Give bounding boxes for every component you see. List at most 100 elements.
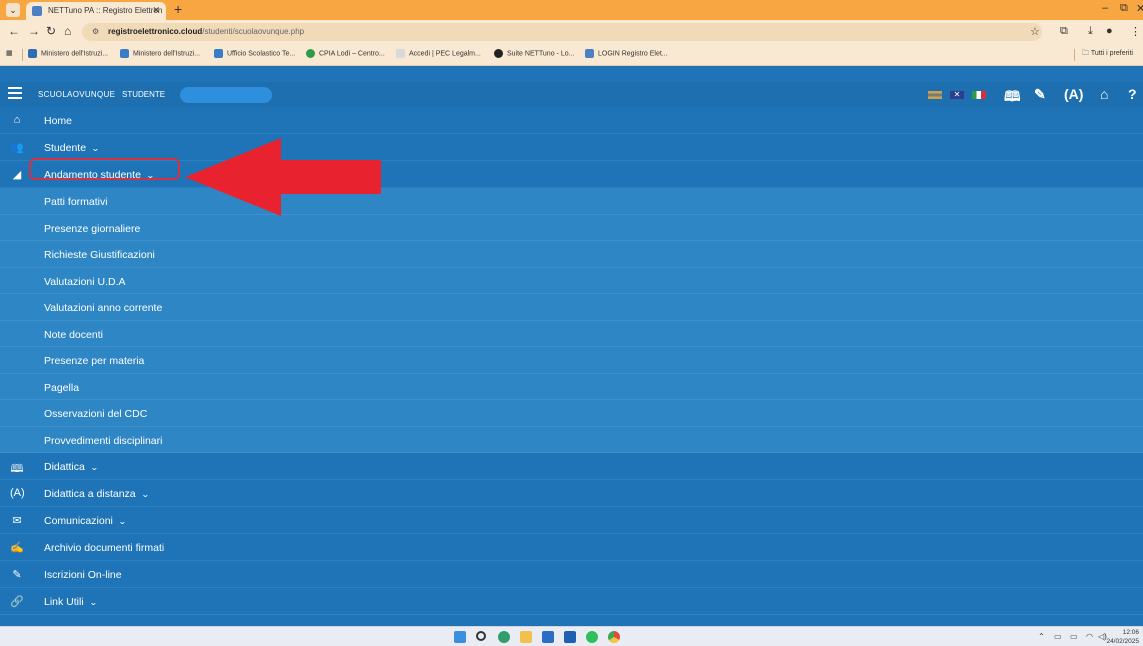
bookmark-item[interactable]: Ufficio Scolastico Te... bbox=[214, 49, 295, 58]
menu-item-didattica[interactable]: 🕮 Didattica ⌄ bbox=[0, 453, 1143, 480]
download-icon[interactable]: ⤓ bbox=[1088, 25, 1093, 38]
bookmark-label: Suite NETTuno - Lo... bbox=[507, 50, 575, 58]
menu-label: Archivio documenti firmati bbox=[44, 542, 165, 554]
url-field[interactable]: ⚙ registroelettronico.cloud/studenti/scu… bbox=[82, 23, 1042, 41]
wifi-icon[interactable]: ◠ bbox=[1086, 632, 1093, 641]
menu-item-home[interactable]: ⌂ Home bbox=[0, 107, 1143, 134]
submenu-item[interactable]: Presenze per materia bbox=[0, 347, 1143, 374]
menu-label: Iscrizioni On-line bbox=[44, 569, 122, 581]
tab-title: NETTuno PA :: Registro Elettron bbox=[48, 6, 163, 15]
site-favicon-icon bbox=[32, 6, 42, 16]
tray-chevron-icon[interactable]: ⌃ bbox=[1038, 632, 1045, 641]
bookmark-favicon-icon bbox=[585, 49, 594, 58]
menu-item-studente[interactable]: 👥 Studente ⌄ bbox=[0, 134, 1143, 161]
submenu-item[interactable]: Patti formativi bbox=[0, 188, 1143, 215]
bookmark-item[interactable]: CPIA Lodi – Centro... bbox=[306, 49, 385, 58]
site-info-icon[interactable]: ⚙ bbox=[92, 27, 99, 36]
tab-list-button[interactable]: ⌄ bbox=[6, 3, 20, 17]
submenu-item[interactable]: Richieste Giustificazioni bbox=[0, 241, 1143, 268]
restore-icon[interactable]: ⧉ bbox=[1120, 2, 1128, 15]
menu-item-didattica-distanza[interactable]: (A) Didattica a distanza ⌄ bbox=[0, 480, 1143, 507]
broadcast-icon: (A) bbox=[10, 487, 25, 499]
home-icon: ⌂ bbox=[13, 114, 21, 126]
role-label: STUDENTE bbox=[122, 90, 166, 99]
reload-icon[interactable]: ↻ bbox=[46, 24, 56, 38]
bookmark-item[interactable]: LOGIN Registro Elet... bbox=[585, 49, 668, 58]
submenu-item[interactable]: Pagella bbox=[0, 373, 1143, 400]
bookmarks-bar: ▦ Ministero dell'Istruzi... Ministero de… bbox=[0, 44, 1143, 66]
home-browser-icon[interactable]: ⌂ bbox=[64, 24, 71, 38]
start-icon[interactable] bbox=[454, 631, 466, 643]
submenu-item[interactable]: Valutazioni anno corrente bbox=[0, 294, 1143, 321]
close-window-icon[interactable]: ✕ bbox=[1136, 2, 1143, 15]
submenu-item[interactable]: Note docenti bbox=[0, 320, 1143, 347]
flag-it-icon[interactable] bbox=[972, 91, 986, 99]
bookmark-item[interactable]: Suite NETTuno - Lo... bbox=[494, 49, 574, 58]
profile-icon[interactable]: ● bbox=[1106, 25, 1113, 37]
signature-icon: ✍ bbox=[10, 542, 24, 554]
all-bookmarks-label: Tutti i preferiti bbox=[1090, 50, 1133, 57]
clock[interactable]: 12:06 24/02/2025 bbox=[1106, 628, 1139, 646]
chevron-down-icon: ⌄ bbox=[117, 517, 127, 526]
submenu-label: Pagella bbox=[44, 381, 80, 394]
clock-time: 12:06 bbox=[1122, 629, 1139, 636]
submenu-item[interactable]: Presenze giornaliere bbox=[0, 214, 1143, 241]
tab-close-icon[interactable]: ✕ bbox=[152, 5, 160, 16]
submenu-label: Note docenti bbox=[44, 328, 103, 341]
menu-label: Didattica a distanza ⌄ bbox=[44, 488, 150, 500]
store-icon[interactable] bbox=[542, 631, 554, 643]
users-icon: 👥 bbox=[10, 142, 24, 154]
link-icon: 🔗 bbox=[10, 596, 24, 608]
bookmark-favicon-icon bbox=[306, 49, 315, 58]
bookmark-favicon-icon bbox=[494, 49, 503, 58]
help-icon[interactable]: ? bbox=[1128, 86, 1137, 102]
url-path: /studenti/scuolaovunque.php bbox=[202, 27, 305, 36]
edge-icon[interactable] bbox=[498, 631, 510, 643]
book-icon: 🕮 bbox=[10, 463, 24, 475]
extensions-icon[interactable]: ⧉ bbox=[1060, 25, 1068, 38]
forward-icon[interactable]: → bbox=[28, 24, 40, 38]
chevron-down-icon: ⌄ bbox=[88, 598, 98, 607]
all-bookmarks-folder[interactable]: 🗀 Tutti i preferiti bbox=[1082, 49, 1133, 60]
submenu-label: Presenze per materia bbox=[44, 355, 145, 367]
menu-item-archivio[interactable]: ✍ Archivio documenti firmati bbox=[0, 534, 1143, 561]
back-icon[interactable]: ← bbox=[8, 24, 20, 38]
menu-item-link-utili[interactable]: 🔗 Link Utili ⌄ bbox=[0, 588, 1143, 615]
whatsapp-icon[interactable] bbox=[586, 631, 598, 643]
bookmark-item[interactable]: Ministero dell'Istruzi... bbox=[28, 49, 108, 58]
menu-item-comunicazioni[interactable]: ✉ Comunicazioni ⌄ bbox=[0, 507, 1143, 534]
folder-icon: 🗀 bbox=[1082, 50, 1091, 57]
chrome-icon[interactable] bbox=[608, 631, 620, 643]
submenu-item[interactable]: Valutazioni U.D.A bbox=[0, 267, 1143, 294]
bookmark-item[interactable]: Accedi | PEC Legalm... bbox=[396, 49, 481, 58]
flag-uk-icon[interactable]: ✕ bbox=[950, 91, 964, 99]
submenu-item[interactable]: Osservazioni del CDC bbox=[0, 400, 1143, 427]
file-explorer-icon[interactable] bbox=[520, 631, 532, 643]
hamburger-menu-icon[interactable] bbox=[8, 87, 22, 101]
tray-app-icon[interactable]: ▭ bbox=[1054, 632, 1062, 641]
submenu-item[interactable]: Provvedimenti disciplinari bbox=[0, 426, 1143, 453]
browser-tab[interactable]: NETTuno PA :: Registro Elettron ✕ bbox=[26, 2, 166, 20]
outlook-icon[interactable] bbox=[564, 631, 576, 643]
sidebar-menu: ⌂ Home 👥 Studente ⌄ ◢ Andamento studente ⌄… bbox=[0, 107, 1143, 615]
flag-de-icon[interactable] bbox=[928, 91, 942, 99]
menu-label: Link Utili ⌄ bbox=[44, 596, 98, 608]
broadcast-icon[interactable]: (A) bbox=[1064, 86, 1083, 102]
chevron-down-icon: ⌄ bbox=[89, 463, 99, 472]
user-name-pill[interactable] bbox=[180, 87, 272, 103]
browser-menu-icon[interactable]: ⋮ bbox=[1130, 25, 1141, 38]
bookmark-favicon-icon bbox=[214, 49, 223, 58]
menu-item-iscrizioni[interactable]: ✎ Iscrizioni On-line bbox=[0, 561, 1143, 588]
search-icon[interactable] bbox=[476, 631, 486, 641]
apps-icon[interactable]: ▦ bbox=[6, 49, 13, 57]
minimize-icon[interactable]: – bbox=[1102, 2, 1108, 14]
tray-display-icon[interactable]: ▭ bbox=[1070, 632, 1078, 641]
chevron-down-icon: ⌄ bbox=[91, 144, 100, 153]
new-tab-button[interactable]: + bbox=[174, 1, 182, 17]
bookmark-star-icon[interactable]: ☆ bbox=[1030, 25, 1040, 38]
bookmark-item[interactable]: Ministero dell'Istruzi... bbox=[120, 49, 200, 58]
home-icon[interactable]: ⌂ bbox=[1100, 86, 1108, 102]
submenu-label: Osservazioni del CDC bbox=[44, 408, 148, 420]
edit-icon[interactable]: ✎ bbox=[1034, 86, 1046, 103]
menu-label: Comunicazioni ⌄ bbox=[44, 515, 127, 527]
